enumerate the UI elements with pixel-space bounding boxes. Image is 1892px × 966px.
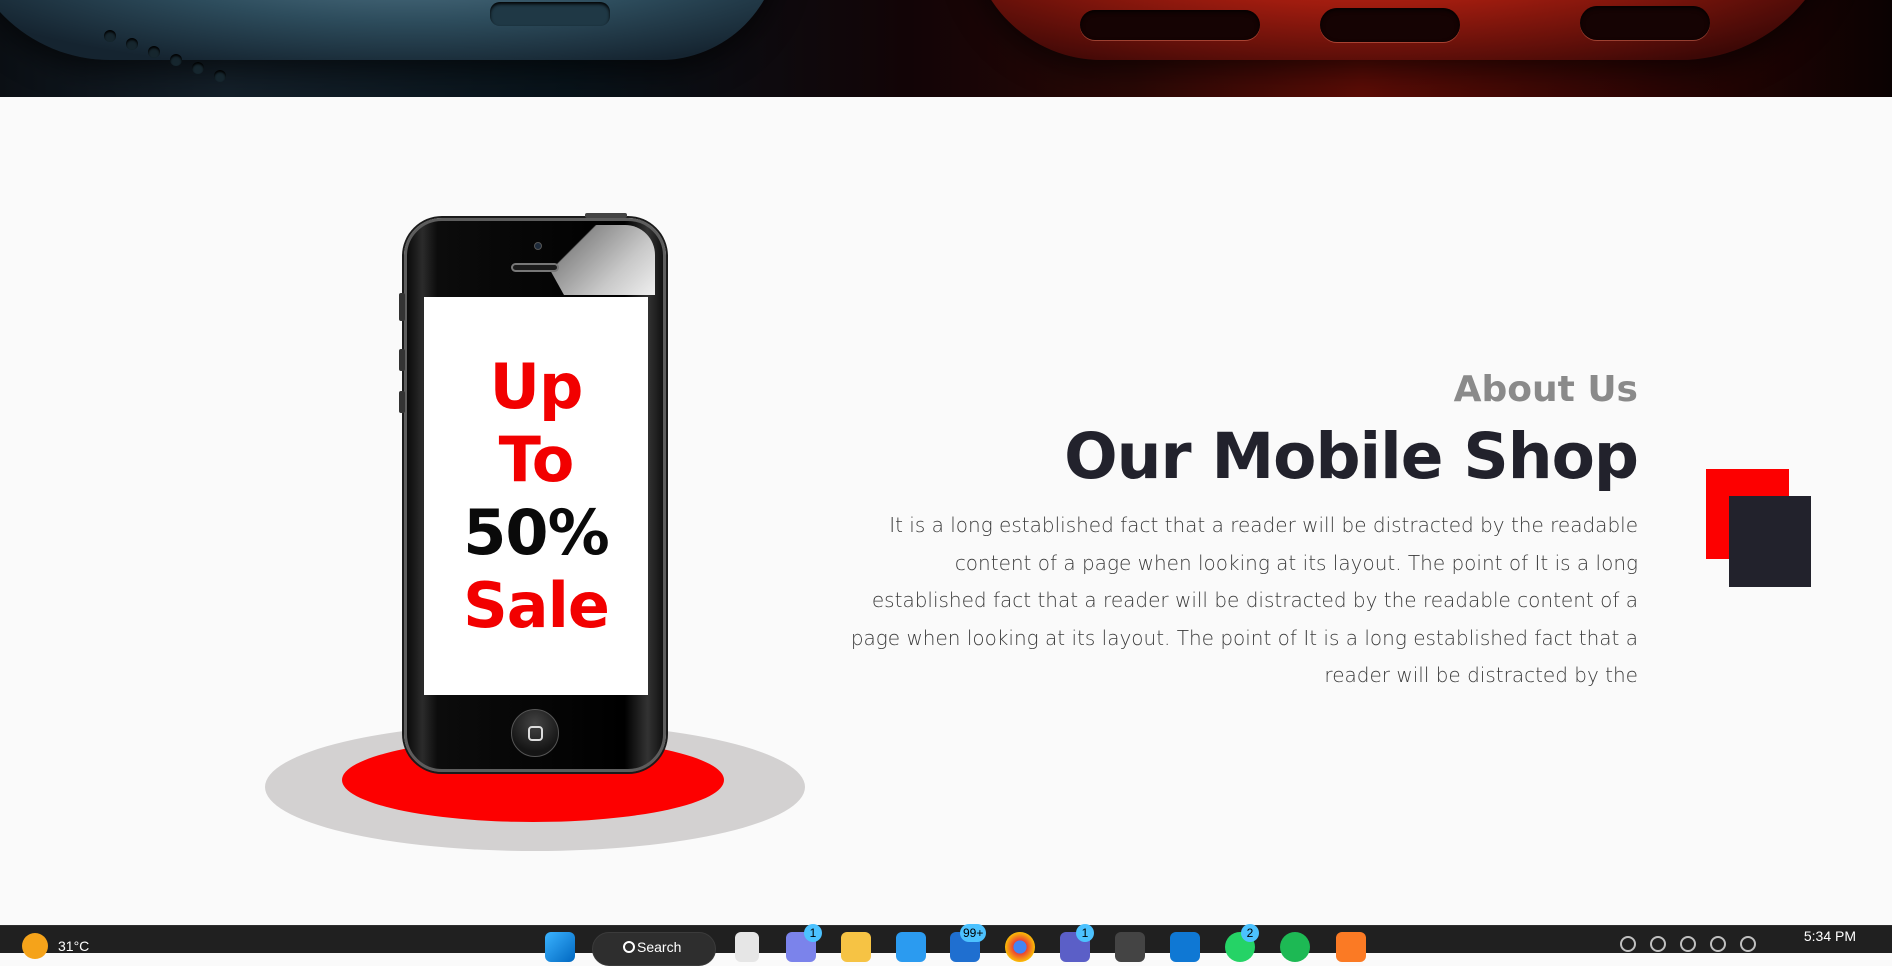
mail-icon[interactable]: 99+ — [950, 924, 987, 962]
speaker-hole — [170, 54, 182, 66]
power-button — [585, 213, 627, 218]
teams-badge: 1 — [804, 924, 822, 942]
system-tray[interactable] — [1620, 936, 1760, 956]
sale-line-2: To — [498, 423, 575, 496]
case-port — [1080, 10, 1260, 40]
weather-temp: 31°C — [58, 938, 90, 954]
xampp-icon[interactable] — [1336, 932, 1366, 962]
case-cutout — [490, 2, 610, 26]
chat-badge: 1 — [1076, 924, 1094, 942]
chevron-up-icon[interactable] — [1620, 936, 1636, 952]
whatsapp-badge: 2 — [1241, 924, 1259, 942]
cloud-icon[interactable] — [1650, 936, 1666, 952]
volume-icon[interactable] — [1710, 936, 1726, 952]
front-camera — [534, 242, 542, 250]
speaker-hole — [126, 38, 138, 50]
battery-icon[interactable] — [1740, 936, 1756, 952]
speaker-hole — [214, 70, 226, 82]
taskbar: 31°C Search 1 99+ 1 2 5:34 PM — [0, 924, 1892, 966]
volume-up-button — [399, 349, 405, 371]
case-port — [1320, 8, 1460, 42]
speaker-hole — [192, 62, 204, 74]
about-paragraph: It is a long established fact that a rea… — [850, 513, 1638, 687]
wifi-icon[interactable] — [1680, 936, 1696, 952]
mute-switch — [399, 293, 405, 321]
teams-icon[interactable]: 1 — [786, 924, 822, 962]
onedrive-icon[interactable] — [1170, 932, 1200, 962]
search-icon — [623, 941, 635, 953]
phone-illustration: Up To 50% Sale — [399, 213, 666, 772]
sale-line-3: 50% — [463, 496, 609, 569]
whatsapp-icon[interactable]: 2 — [1225, 924, 1259, 962]
vscode-icon[interactable] — [896, 932, 926, 962]
sale-screen: Up To 50% Sale — [424, 297, 648, 695]
case-port — [1580, 6, 1710, 40]
sale-line-4: Sale — [463, 569, 610, 642]
home-button — [511, 709, 559, 757]
speaker-hole — [148, 46, 160, 58]
speaker-hole — [104, 30, 116, 42]
start-icon[interactable] — [545, 932, 575, 962]
file-icon[interactable] — [735, 932, 759, 962]
hero-banner — [0, 0, 1892, 97]
blue-phone-case-image — [0, 0, 780, 60]
section-title: Our Mobile Shop — [1064, 420, 1639, 493]
phone-glare — [525, 225, 655, 295]
folder-icon[interactable] — [841, 932, 871, 962]
sun-icon — [22, 933, 48, 959]
earpiece — [511, 263, 559, 272]
spotify-icon[interactable] — [1280, 932, 1310, 962]
search-input[interactable]: Search — [592, 932, 716, 966]
terminal-icon[interactable] — [1115, 932, 1145, 962]
sale-line-1: Up — [489, 350, 584, 423]
home-square-icon — [528, 726, 543, 741]
clock[interactable]: 5:34 PM — [1804, 928, 1856, 944]
volume-down-button — [399, 391, 405, 413]
chat-icon[interactable]: 1 — [1060, 924, 1094, 962]
mail-badge: 99+ — [960, 924, 987, 942]
section-subtitle: About Us — [1453, 369, 1638, 410]
decor-dark-square — [1729, 496, 1811, 587]
chrome-icon[interactable] — [1005, 932, 1035, 962]
weather-widget[interactable]: 31°C — [22, 933, 89, 959]
